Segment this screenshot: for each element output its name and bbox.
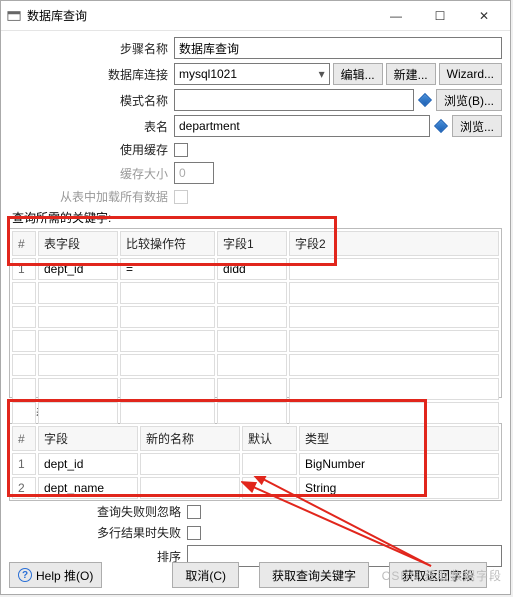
connection-select-wrap: mysql1021 — [174, 63, 330, 85]
table-row[interactable]: 2 dept_name String — [12, 477, 499, 499]
table-input[interactable] — [174, 115, 430, 137]
variable-icon[interactable] — [418, 93, 432, 107]
new-button[interactable]: 新建... — [386, 63, 436, 85]
col-type: 类型 — [299, 426, 499, 451]
minimize-button[interactable]: — — [382, 6, 410, 26]
get-keys-button[interactable]: 获取查询关键字 — [259, 562, 369, 588]
edit-button[interactable]: 编辑... — [333, 63, 383, 85]
col-num: # — [12, 231, 36, 256]
schema-input[interactable] — [174, 89, 414, 111]
col-op: 比较操作符 — [120, 231, 215, 256]
window-title: 数据库查询 — [27, 7, 382, 24]
cache-size-input[interactable] — [174, 162, 214, 184]
col-num: # — [12, 426, 36, 451]
fail-ignore-label: 查询失败则忽略 — [9, 503, 187, 520]
titlebar: 数据库查询 — ☐ ✕ — [1, 1, 510, 31]
return-table[interactable]: # 字段 新的名称 默认 类型 1 dept_id BigNumber 2 de… — [10, 424, 501, 501]
connection-select[interactable]: mysql1021 — [174, 63, 330, 85]
table-row[interactable] — [12, 354, 499, 376]
cancel-button[interactable]: 取消(C) — [172, 562, 239, 588]
return-table-container: # 字段 新的名称 默认 类型 1 dept_id BigNumber 2 de… — [9, 423, 502, 501]
browse-schema-button[interactable]: 浏览(B)... — [436, 89, 502, 111]
wizard-button[interactable]: Wizard... — [439, 63, 502, 85]
window-buttons: — ☐ ✕ — [382, 6, 498, 26]
table-row[interactable] — [12, 306, 499, 328]
browse-table-button[interactable]: 浏览... — [452, 115, 502, 137]
app-icon — [7, 9, 21, 23]
load-all-checkbox[interactable] — [174, 190, 188, 204]
variable-icon[interactable] — [434, 119, 448, 133]
cache-checkbox[interactable] — [174, 143, 188, 157]
connection-label: 数据库连接 — [9, 66, 174, 83]
form-area: 步骤名称 数据库连接 mysql1021 编辑... 新建... Wizard.… — [1, 31, 510, 501]
table-label: 表名 — [9, 118, 174, 135]
col-f1: 字段1 — [217, 231, 287, 256]
multi-fail-checkbox[interactable] — [187, 526, 201, 540]
table-row[interactable] — [12, 402, 499, 424]
table-row[interactable] — [12, 330, 499, 352]
table-row[interactable] — [12, 378, 499, 400]
help-button[interactable]: ? Help 推(O) — [9, 562, 102, 588]
maximize-button[interactable]: ☐ — [426, 6, 454, 26]
close-button[interactable]: ✕ — [470, 6, 498, 26]
table-row[interactable] — [12, 282, 499, 304]
cache-label: 使用缓存 — [9, 141, 174, 158]
table-header-row: # 字段 新的名称 默认 类型 — [12, 426, 499, 451]
watermark: CSDN 获取数据字段 — [382, 567, 502, 584]
col-default: 默认 — [242, 426, 297, 451]
keys-table[interactable]: # 表字段 比较操作符 字段1 字段2 1 dept_id = didd — [10, 229, 501, 426]
help-icon: ? — [18, 568, 32, 582]
fail-ignore-checkbox[interactable] — [187, 505, 201, 519]
table-row[interactable]: 1 dept_id BigNumber — [12, 453, 499, 475]
col-newname: 新的名称 — [140, 426, 240, 451]
table-row[interactable]: 1 dept_id = didd — [12, 258, 499, 280]
col-field: 表字段 — [38, 231, 118, 256]
col-f2: 字段2 — [289, 231, 499, 256]
multi-fail-label: 多行结果时失败 — [9, 524, 187, 541]
keys-section-title: 查询所需的关键字: — [12, 209, 502, 226]
table-header-row: # 表字段 比较操作符 字段1 字段2 — [12, 231, 499, 256]
help-label: Help 推(O) — [36, 567, 93, 584]
cache-size-label: 缓存大小 — [9, 165, 174, 182]
step-name-input[interactable] — [174, 37, 502, 59]
dialog-window: 数据库查询 — ☐ ✕ 步骤名称 数据库连接 mysql1021 编辑... 新… — [0, 0, 511, 595]
step-name-label: 步骤名称 — [9, 40, 174, 57]
schema-label: 模式名称 — [9, 92, 174, 109]
keys-table-container: # 表字段 比较操作符 字段1 字段2 1 dept_id = didd — [9, 228, 502, 398]
col-field: 字段 — [38, 426, 138, 451]
load-all-label: 从表中加载所有数据 — [9, 188, 174, 205]
